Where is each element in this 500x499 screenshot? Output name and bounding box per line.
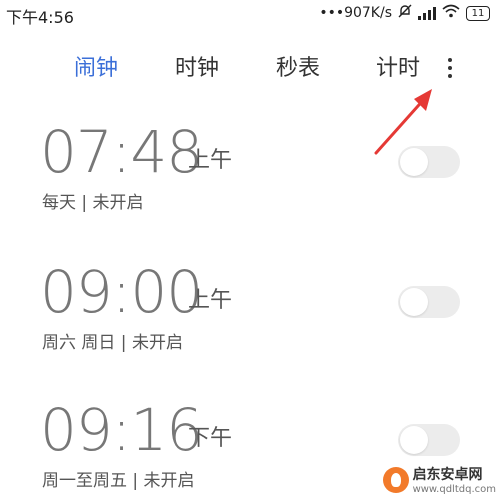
- site-watermark: 启东安卓网 www.qdltdq.com: [382, 464, 496, 495]
- alarm-time: 09:16: [40, 396, 203, 464]
- bell-off-icon: [398, 4, 412, 22]
- tab-stopwatch[interactable]: 秒表: [276, 50, 320, 82]
- alarm-repeat: 每天 | 未开启: [42, 193, 144, 213]
- tab-clock[interactable]: 时钟: [175, 50, 219, 82]
- alarm-repeat: 周六 周日 | 未开启: [42, 333, 183, 353]
- watermark-url: www.qdltdq.com: [412, 484, 496, 495]
- clock-app-screen: 下午4:56 •••907K/s 11 闹钟 时钟 秒表 计时 07:48 上午…: [0, 0, 500, 499]
- status-icons: •••907K/s 11: [319, 4, 490, 22]
- alarm-item[interactable]: 07:48 上午 每天 | 未开启: [40, 118, 470, 218]
- alarm-repeat: 周一至周五 | 未开启: [42, 471, 195, 491]
- tab-timer[interactable]: 计时: [376, 50, 420, 82]
- alarm-toggle[interactable]: [398, 424, 460, 456]
- alarm-toggle[interactable]: [398, 146, 460, 178]
- signal-icon: [418, 6, 436, 20]
- status-time: 下午4:56: [6, 8, 74, 27]
- network-speed: •••907K/s: [319, 5, 392, 21]
- toggle-knob: [400, 148, 428, 176]
- status-bar: 下午4:56 •••907K/s 11: [0, 0, 500, 30]
- alarm-time: 09:00: [40, 258, 203, 326]
- alarm-item[interactable]: 09:00 上午 周六 周日 | 未开启: [40, 258, 470, 358]
- tab-bar: 闹钟 时钟 秒表 计时: [0, 50, 500, 86]
- toggle-knob: [400, 288, 428, 316]
- battery-icon: 11: [466, 5, 490, 21]
- watermark-text: 启东安卓网 www.qdltdq.com: [413, 464, 496, 495]
- alarm-ampm: 下午: [188, 426, 233, 451]
- toggle-knob: [400, 426, 428, 454]
- alarm-ampm: 上午: [188, 148, 233, 173]
- alarm-ampm: 上午: [188, 288, 233, 313]
- alarm-time: 07:48: [40, 118, 203, 186]
- more-options-icon[interactable]: [440, 56, 460, 80]
- alarm-toggle[interactable]: [398, 286, 460, 318]
- tab-alarm[interactable]: 闹钟: [74, 50, 118, 82]
- watermark-title: 启东安卓网: [412, 467, 483, 483]
- wifi-icon: [442, 4, 460, 22]
- watermark-logo-icon: [382, 466, 409, 493]
